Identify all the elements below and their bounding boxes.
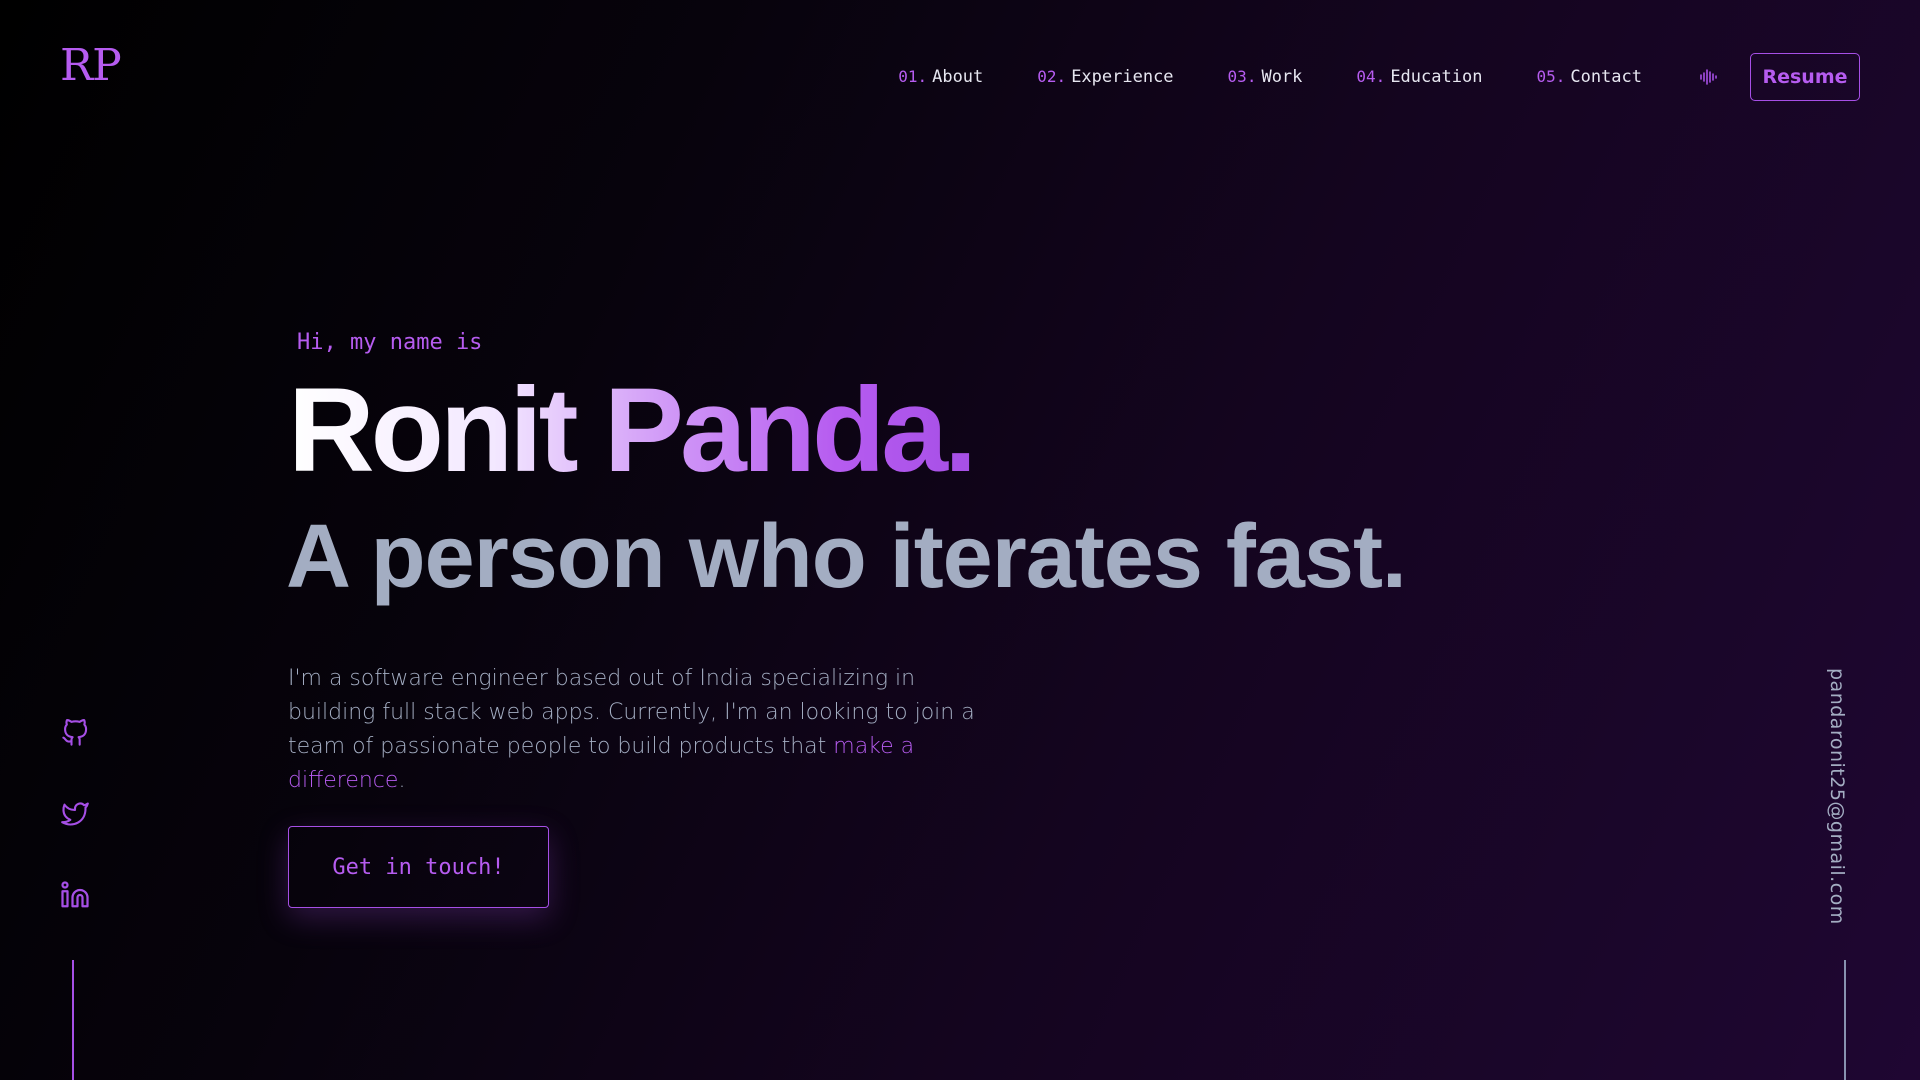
nav-item-work[interactable]: 03. Work xyxy=(1228,67,1303,87)
description-end: . xyxy=(398,768,406,793)
email-link[interactable]: pandaronit25@gmail.com xyxy=(1826,668,1848,925)
nav-item-label: Education xyxy=(1390,67,1483,87)
twitter-icon[interactable] xyxy=(58,797,92,831)
hero-description: I'm a software engineer based out of Ind… xyxy=(288,662,988,798)
nav-item-number: 04. xyxy=(1356,67,1386,86)
portfolio-page: RP 01. About 02. Experience 03. Work 04.… xyxy=(0,0,1920,1080)
nav-item-contact[interactable]: 05. Contact xyxy=(1536,67,1642,87)
hero-tagline: A person who iterates fast. xyxy=(286,507,1407,607)
nav-item-number: 03. xyxy=(1227,67,1257,86)
main-nav: 01. About 02. Experience 03. Work 04. Ed… xyxy=(844,52,1860,102)
nav-item-number: 05. xyxy=(1536,67,1566,86)
nav-item-label: Experience xyxy=(1071,67,1174,87)
left-vertical-line xyxy=(72,960,74,1080)
logo[interactable]: RP xyxy=(60,40,122,91)
hero-name: Ronit Panda. xyxy=(288,360,977,500)
sound-wave-icon[interactable] xyxy=(1698,66,1720,88)
right-vertical-line xyxy=(1844,960,1846,1080)
linkedin-icon[interactable] xyxy=(58,878,92,912)
nav-item-label: Work xyxy=(1261,67,1303,87)
greeting-text: Hi, my name is xyxy=(297,330,483,355)
social-links xyxy=(56,716,94,959)
resume-button[interactable]: Resume xyxy=(1750,53,1860,101)
nav-item-about[interactable]: 01. About xyxy=(898,67,983,87)
nav-item-label: Contact xyxy=(1570,67,1642,87)
nav-item-label: About xyxy=(932,67,984,87)
nav-item-number: 02. xyxy=(1037,67,1067,86)
nav-item-education[interactable]: 04. Education xyxy=(1356,67,1482,87)
nav-item-experience[interactable]: 02. Experience xyxy=(1037,67,1173,87)
get-in-touch-button[interactable]: Get in touch! xyxy=(288,826,549,908)
github-icon[interactable] xyxy=(58,716,92,750)
nav-item-number: 01. xyxy=(898,67,928,86)
